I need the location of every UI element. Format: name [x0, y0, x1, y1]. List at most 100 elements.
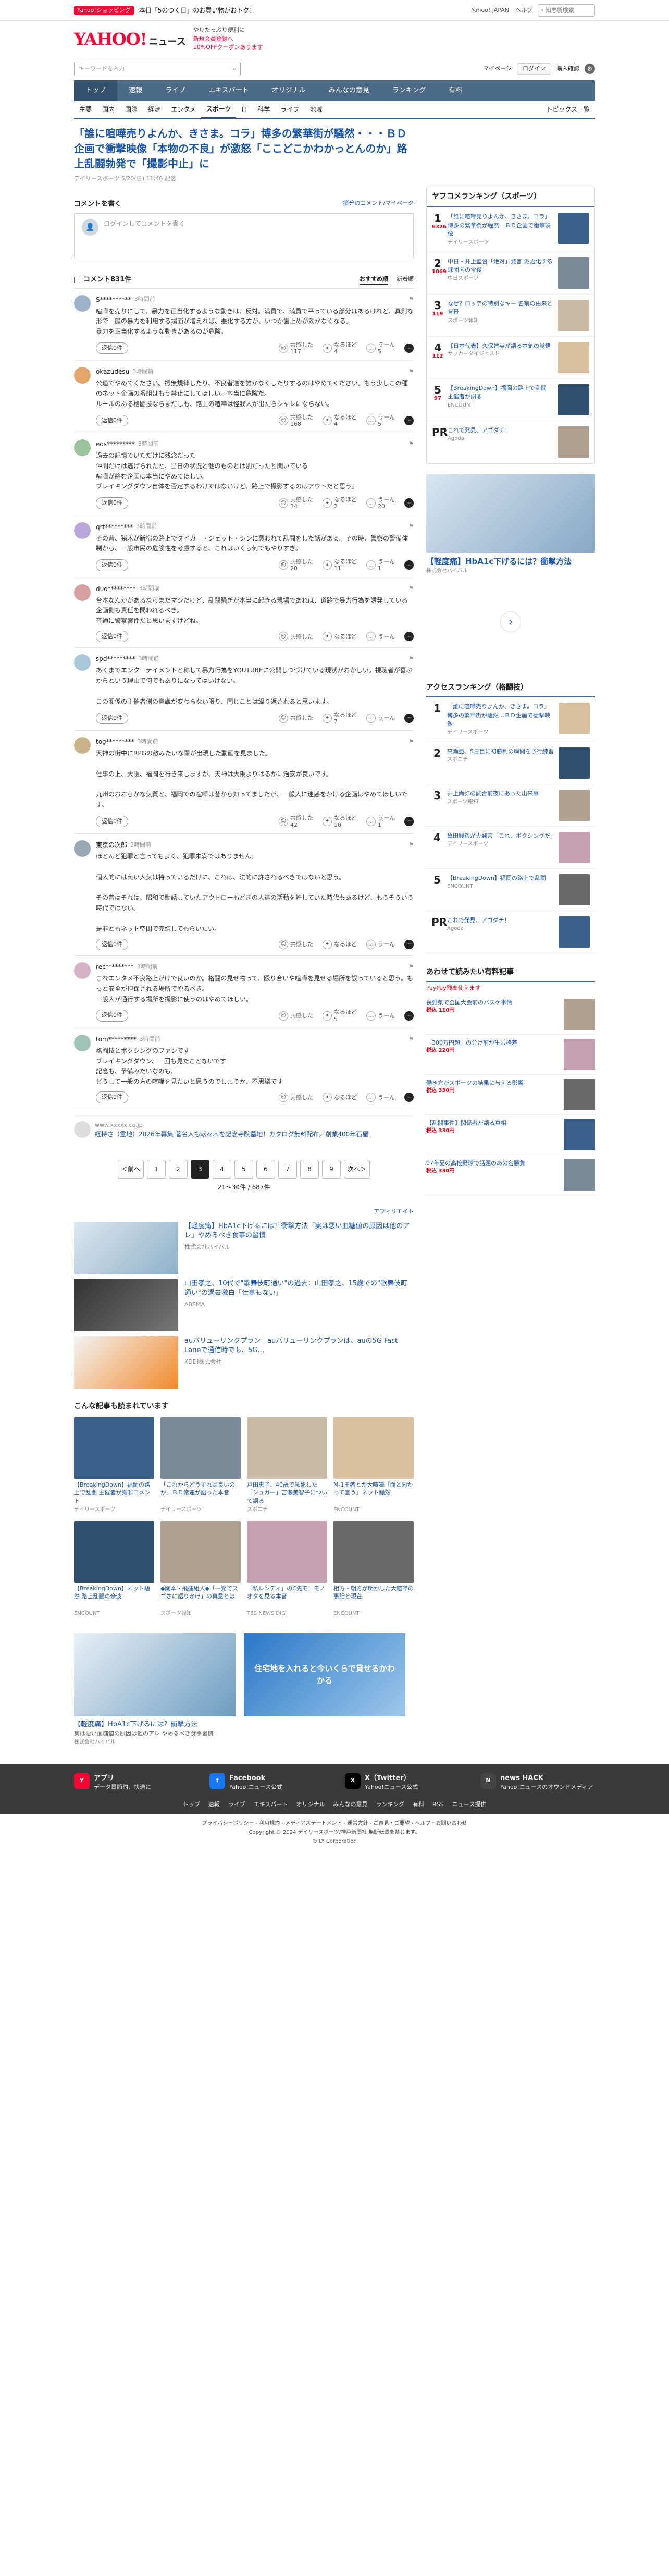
- flag-icon[interactable]: ⚑: [408, 522, 414, 531]
- hmm-button[interactable]: … うーん 1: [366, 815, 395, 828]
- empathy-button[interactable]: ☺ 共感した 168: [279, 414, 313, 427]
- related-card[interactable]: 戸田恵子、40歳で急死した「シュガー」吉瀬美智子について語る スポニチ: [247, 1417, 327, 1514]
- sort-newest[interactable]: 新着順: [397, 275, 414, 285]
- mypage-link[interactable]: マイページ: [483, 65, 512, 73]
- register-link[interactable]: 購入確認: [556, 65, 579, 73]
- ad-item[interactable]: 山田孝之、10代で"歌舞伎町通い"の過去：山田孝之、15歳での"歌舞伎町通い"の…: [74, 1279, 414, 1331]
- more-icon[interactable]: ⋯: [404, 344, 414, 353]
- hmm-button[interactable]: … うーん 20: [366, 496, 395, 510]
- footer-link[interactable]: エキスパート: [254, 1800, 288, 1809]
- comment-user[interactable]: okazudesu: [96, 367, 129, 376]
- comment-user[interactable]: eos*********: [96, 439, 135, 449]
- gnav-flash[interactable]: 速報: [117, 80, 154, 101]
- page-6[interactable]: 6: [256, 1160, 275, 1179]
- reply-button[interactable]: 返信0件: [96, 559, 128, 571]
- hmm-button[interactable]: … うーん 5: [366, 341, 395, 355]
- flag-icon[interactable]: ⚑: [408, 738, 414, 746]
- comment-user[interactable]: tog*********: [96, 737, 134, 746]
- page-3[interactable]: 3: [191, 1160, 209, 1179]
- reply-button[interactable]: 返信0件: [96, 630, 128, 643]
- comment-user[interactable]: tom*********: [96, 1035, 137, 1044]
- tab-local[interactable]: 地域: [304, 105, 327, 114]
- tab-main[interactable]: 主要: [74, 105, 97, 114]
- hmm-button[interactable]: … うーん: [366, 632, 395, 642]
- reply-button[interactable]: 返信0件: [96, 342, 128, 354]
- ranking-item[interactable]: 4 112 【日本代表】久保建英が語る本気の覚悟 サッカーダイジェスト: [427, 337, 594, 379]
- reply-button[interactable]: 返信0件: [96, 1091, 128, 1103]
- chevron-right-icon[interactable]: ›: [500, 611, 521, 632]
- gnav-live[interactable]: ライブ: [154, 80, 197, 101]
- empathy-button[interactable]: ☺ 共感した: [279, 1093, 313, 1102]
- reply-button[interactable]: 返信0件: [96, 414, 128, 427]
- understand-button[interactable]: ✦ なるほど: [323, 939, 357, 949]
- access-item[interactable]: 5 【BreakingDown】福岡の路上で乱闘 ENCOUNT: [426, 869, 595, 911]
- sidebar-ad[interactable]: 【軽度痛】HbA1c下げるには？衝撃方法 株式会社ハイバル: [426, 474, 595, 575]
- page-2[interactable]: 2: [169, 1160, 188, 1179]
- related-card[interactable]: M-1王者とが大喧嘩「面と向かって言う」ネット騒然 ENCOUNT: [333, 1417, 414, 1514]
- footer-link[interactable]: RSS: [432, 1800, 444, 1809]
- footer-link[interactable]: ニュース提供: [452, 1800, 486, 1809]
- page-7[interactable]: 7: [278, 1160, 297, 1179]
- reply-button[interactable]: 返信0件: [96, 497, 128, 509]
- more-icon[interactable]: ⋯: [404, 816, 414, 826]
- gnav-top[interactable]: トップ: [74, 80, 118, 101]
- tab-economy[interactable]: 経済: [143, 105, 166, 114]
- footer-app[interactable]: f Facebook Yahoo!ニュース公式: [209, 1773, 324, 1792]
- page-8[interactable]: 8: [300, 1160, 319, 1179]
- paid-article[interactable]: 【乱闘事件】関係者が語る真相 税込 330円: [426, 1115, 595, 1155]
- chiebukuro-search[interactable]: ⌕ 知恵袋検索: [538, 4, 595, 17]
- ranking-item[interactable]: 2 1069 中日・井上監督「絶対」発言 泥沼化する球団内の今後 中日スポーツ: [427, 252, 594, 295]
- more-icon[interactable]: ⋯: [404, 1011, 414, 1021]
- access-item[interactable]: 3 井上尚弥の試合前夜にあった出来事 スポーツ報知: [426, 784, 595, 827]
- yahoo-japan-link[interactable]: Yahoo! JAPAN: [471, 6, 509, 15]
- comment-user[interactable]: S**********: [96, 295, 131, 304]
- flag-icon[interactable]: ⚑: [408, 655, 414, 664]
- empathy-button[interactable]: ☺ 共感した 117: [279, 341, 313, 355]
- avatar[interactable]: [74, 522, 91, 539]
- paid-article[interactable]: 07年夏の高校野球で話題のあの名勝負 税込 330円: [426, 1155, 595, 1195]
- footer-link[interactable]: トップ: [183, 1800, 200, 1809]
- hmm-button[interactable]: … うーん: [366, 939, 395, 949]
- understand-button[interactable]: ✦ なるほど 4: [323, 341, 357, 355]
- avatar[interactable]: [74, 584, 91, 601]
- understand-button[interactable]: ✦ なるほど: [323, 632, 357, 642]
- tab-entertainment[interactable]: エンタメ: [166, 105, 201, 114]
- text-ad[interactable]: www.xxxxx.co.jp 経持さ（霊地）2026年募集 著名人も転々木を記…: [74, 1115, 414, 1145]
- shopping-badge[interactable]: Yahoo!ショッピング: [74, 5, 134, 16]
- footer-app[interactable]: Nnews HACK Yahoo!ニュースのオウンドメディア: [480, 1773, 595, 1792]
- ranking-item[interactable]: 3 119 なぜ？ロッテの特別なキー 名前の由来と背景 スポーツ報知: [427, 295, 594, 337]
- page-5[interactable]: 5: [234, 1160, 253, 1179]
- tagline[interactable]: やりたっぷり便利に 新規会員登録へ 10%OFFクーポンあります: [193, 26, 263, 52]
- understand-button[interactable]: ✦ なるほど 10: [323, 815, 357, 828]
- more-icon[interactable]: ⋯: [404, 498, 414, 508]
- reply-button[interactable]: 返信0件: [96, 938, 128, 951]
- gnav-opinion[interactable]: みんなの意見: [317, 80, 381, 101]
- news-search-input[interactable]: キーワードを入力 ⌕: [74, 62, 241, 76]
- flag-icon[interactable]: ⚑: [408, 440, 414, 449]
- tab-domestic[interactable]: 国内: [97, 105, 120, 114]
- bottom-ad-card[interactable]: 【軽度痛】HbA1c下げるには？衝撃方法 実は悪い血糖値の原因は他のアレ やめる…: [74, 1633, 236, 1746]
- flag-icon[interactable]: ⚑: [408, 367, 414, 376]
- article-title[interactable]: 「誰に喧嘩売りよんか、きさま。コラ」博多の繁華街が騒然・・・ＢＤ企画で衝撃映像「…: [74, 126, 414, 171]
- more-icon[interactable]: ⋯: [404, 415, 414, 425]
- tab-international[interactable]: 国際: [120, 105, 143, 114]
- comment-input[interactable]: 👤 ログインしてコメントを書く: [74, 213, 414, 259]
- avatar[interactable]: [74, 654, 91, 671]
- logo[interactable]: YAHOO! ニュース: [74, 27, 186, 52]
- reply-button[interactable]: 返信0件: [96, 815, 128, 828]
- tab-life[interactable]: ライフ: [275, 105, 304, 114]
- page-9[interactable]: 9: [322, 1160, 341, 1179]
- footer-link[interactable]: 速報: [208, 1800, 220, 1809]
- topics-list-link[interactable]: トピックス一覧: [541, 105, 595, 114]
- tab-it[interactable]: IT: [236, 105, 252, 114]
- footer-link[interactable]: ランキング: [376, 1800, 404, 1809]
- flag-icon[interactable]: ⚑: [408, 841, 414, 850]
- avatar[interactable]: [74, 295, 91, 312]
- avatar[interactable]: [74, 962, 91, 979]
- ranking-item[interactable]: 1 6326 「誰に喧嘩売りよんか、きさま。コラ」博多の繁華街が騒然…ＢＤ企画で衝撃…: [427, 207, 594, 252]
- ranking-item[interactable]: 5 97 【BreakingDown】福岡の路上で乱闘 主催者が謝罪 ENCOUNT: [427, 379, 594, 421]
- related-card[interactable]: 相方・朝方が明かした大喧嘩の裏話と現在 ENCOUNT: [333, 1520, 414, 1617]
- page-1[interactable]: 1: [147, 1160, 166, 1179]
- empathy-button[interactable]: ☺ 共感した: [279, 1011, 313, 1021]
- footer-policy-links[interactable]: プライバシーポリシー - 利用規約 - メディアステートメント - 運営方針 -…: [0, 1819, 669, 1828]
